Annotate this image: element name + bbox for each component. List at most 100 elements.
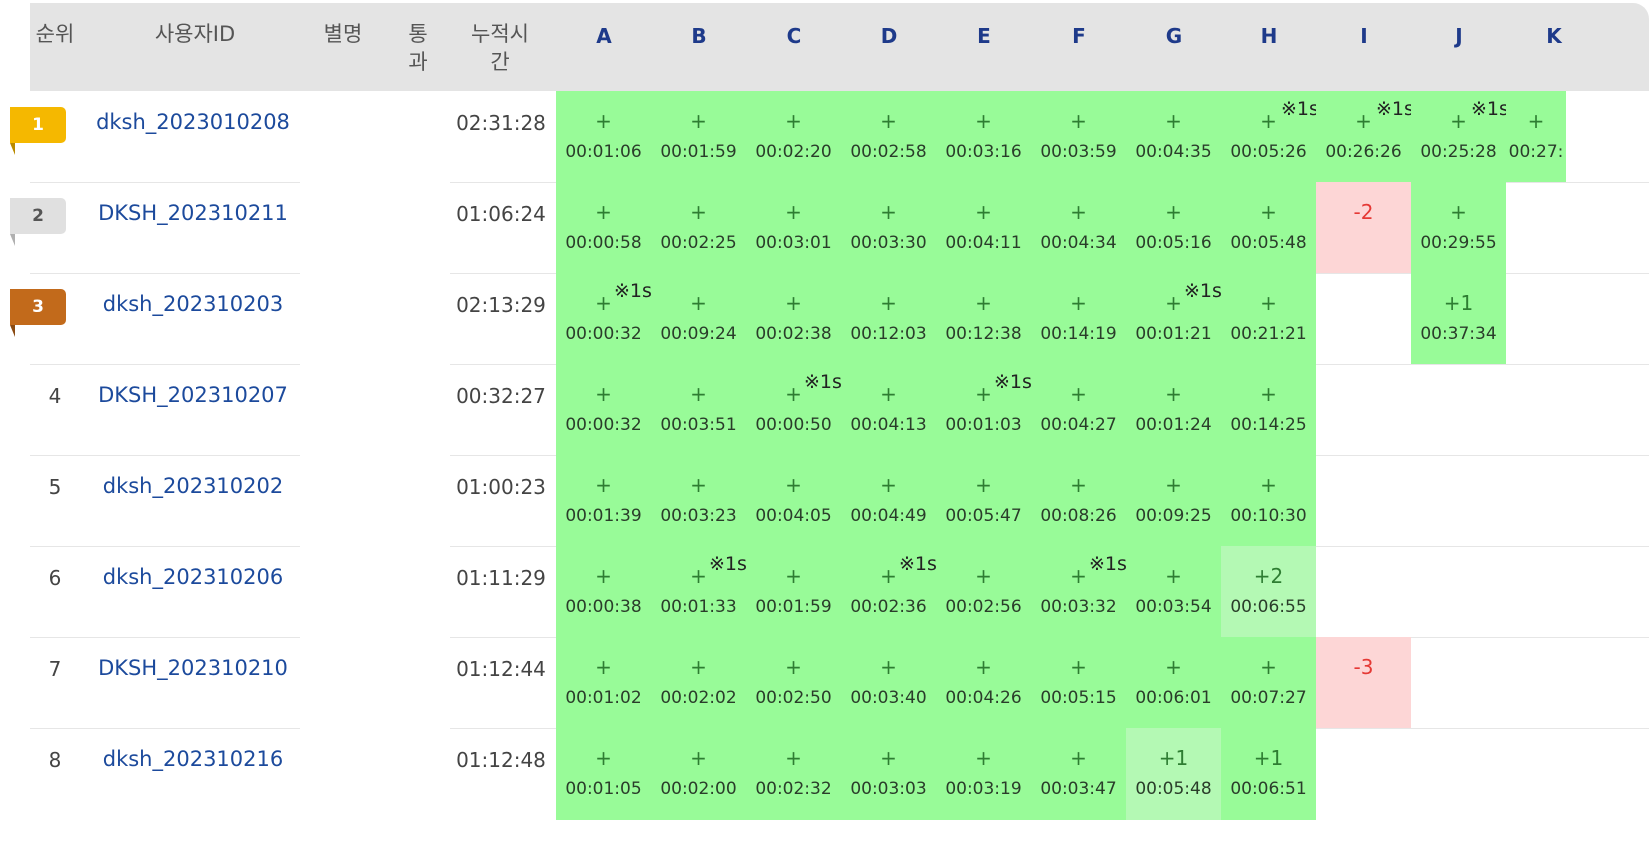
problem-cell-k[interactable]: +00:27: <box>1506 91 1566 183</box>
problem-cell-f[interactable]: +00:08:26 <box>1031 455 1126 547</box>
result-mark: + <box>1165 200 1182 224</box>
problem-cell-f[interactable]: +00:03:47 <box>1031 728 1126 820</box>
header-rank[interactable]: 순위 <box>30 20 80 48</box>
problem-cell-i[interactable]: -2 <box>1316 182 1411 274</box>
problem-cell-f[interactable]: + ※1st 00:03:32 <box>1031 546 1134 638</box>
problem-cell-g[interactable]: +00:04:35 <box>1126 91 1221 183</box>
solve-time: 00:37:34 <box>1420 324 1497 344</box>
problem-cell-g[interactable]: +00:01:24 <box>1126 364 1221 456</box>
problem-cell-e[interactable]: +00:04:26 <box>936 637 1031 729</box>
problem-cell-h[interactable]: + ※1s 00:05:26 <box>1221 91 1319 183</box>
problem-cell-e[interactable]: +00:12:38 <box>936 273 1031 365</box>
problem-cell-e[interactable]: + ※1st 00:01:03 <box>936 364 1039 456</box>
header-problem-g[interactable]: G <box>1126 24 1222 48</box>
header-problem-j[interactable]: J <box>1411 24 1507 48</box>
header-problem-d[interactable]: D <box>841 24 937 48</box>
problem-cell-a[interactable]: +00:00:32 <box>556 364 651 456</box>
problem-cell-e[interactable]: +00:03:19 <box>936 728 1031 820</box>
problem-cell-d[interactable]: +00:02:58 <box>841 91 936 183</box>
header-problem-c[interactable]: C <box>746 24 842 48</box>
problem-cell-i[interactable]: -3 <box>1316 637 1411 729</box>
problem-cell-d[interactable]: +00:04:13 <box>841 364 936 456</box>
problem-cell-c[interactable]: +00:04:05 <box>746 455 841 547</box>
problem-cell-e[interactable]: +00:04:11 <box>936 182 1031 274</box>
problem-cell-c[interactable]: +00:02:50 <box>746 637 841 729</box>
problem-cell-d[interactable]: + ※1st 00:02:36 <box>841 546 944 638</box>
problem-cell-d[interactable]: +00:03:30 <box>841 182 936 274</box>
problem-cell-c[interactable]: +00:02:20 <box>746 91 841 183</box>
problem-cell-f[interactable]: +00:03:59 <box>1031 91 1126 183</box>
user-id-link[interactable]: dksh_202310206 <box>68 565 318 589</box>
problem-cell-i[interactable]: + ※1s 00:26:26 <box>1316 91 1414 183</box>
problem-cell-a[interactable]: +00:00:38 <box>556 546 651 638</box>
header-problem-h[interactable]: H <box>1221 24 1317 48</box>
problem-cell-f[interactable]: +00:04:27 <box>1031 364 1126 456</box>
problem-cell-d[interactable]: +00:03:03 <box>841 728 936 820</box>
problem-cell-b[interactable]: +00:02:25 <box>651 182 746 274</box>
user-id-link[interactable]: DKSH_202310207 <box>68 383 318 407</box>
user-id-link[interactable]: dksh_202310202 <box>68 474 318 498</box>
header-problem-a[interactable]: A <box>556 24 652 48</box>
problem-cell-b[interactable]: +00:03:51 <box>651 364 746 456</box>
header-pass[interactable]: 통 과 <box>400 20 436 76</box>
problem-cell-h[interactable]: +1 00:06:51 <box>1221 728 1316 820</box>
user-id-link[interactable]: dksh_202310203 <box>68 292 318 316</box>
problem-cell-b[interactable]: +00:02:02 <box>651 637 746 729</box>
problem-cell-c[interactable]: +00:02:32 <box>746 728 841 820</box>
problem-cell-g[interactable]: +00:05:16 <box>1126 182 1221 274</box>
problem-cell-e[interactable]: +00:03:16 <box>936 91 1031 183</box>
header-user-id[interactable]: 사용자ID <box>100 20 290 48</box>
problem-cell-d[interactable]: +00:04:49 <box>841 455 936 547</box>
header-nickname[interactable]: 별명 <box>318 20 368 48</box>
problem-cell-b[interactable]: +00:09:24 <box>651 273 746 365</box>
user-id-link[interactable]: DKSH_202310211 <box>68 201 318 225</box>
problem-cell-f[interactable]: +00:04:34 <box>1031 182 1126 274</box>
problem-cell-e[interactable]: +00:05:47 <box>936 455 1031 547</box>
user-id-link[interactable]: dksh_202310216 <box>68 747 318 771</box>
problem-cell-g[interactable]: +00:06:01 <box>1126 637 1221 729</box>
header-problem-e[interactable]: E <box>936 24 1032 48</box>
problem-cell-a[interactable]: +00:00:58 <box>556 182 651 274</box>
problem-cell-g[interactable]: + ※1st 00:01:21 <box>1126 273 1229 365</box>
problem-cell-a[interactable]: +00:01:39 <box>556 455 651 547</box>
result-mark: -2 <box>1353 200 1374 224</box>
problem-cell-b[interactable]: +00:01:59 <box>651 91 746 183</box>
problem-cell-f[interactable]: +00:05:15 <box>1031 637 1126 729</box>
problem-cell-j[interactable]: +1 00:37:34 <box>1411 273 1506 365</box>
problem-cell-a[interactable]: + ※1st 00:00:32 <box>556 273 659 365</box>
problem-cell-b[interactable]: +00:02:00 <box>651 728 746 820</box>
problem-cell-h[interactable]: +00:07:27 <box>1221 637 1316 729</box>
problem-cell-f[interactable]: +00:14:19 <box>1031 273 1126 365</box>
problem-cell-a[interactable]: +00:01:02 <box>556 637 651 729</box>
user-id-link[interactable]: DKSH_202310210 <box>68 656 318 680</box>
header-total-time[interactable]: 누적시 간 <box>450 20 550 76</box>
problem-cell-b[interactable]: +00:03:23 <box>651 455 746 547</box>
problem-cell-h[interactable]: +00:14:25 <box>1221 364 1316 456</box>
problem-cell-g[interactable]: +1 00:05:48 <box>1126 728 1221 820</box>
problem-cell-c[interactable]: +00:02:38 <box>746 273 841 365</box>
problem-cell-c[interactable]: +00:03:01 <box>746 182 841 274</box>
problem-cell-j[interactable]: + ※1s 00:25:28 <box>1411 91 1509 183</box>
header-total-line1: 누적시 <box>471 22 529 46</box>
problem-cell-a[interactable]: +00:01:05 <box>556 728 651 820</box>
problem-cell-c[interactable]: + ※1st 00:00:50 <box>746 364 849 456</box>
problem-cell-c[interactable]: +00:01:59 <box>746 546 841 638</box>
problem-cell-e[interactable]: +00:02:56 <box>936 546 1031 638</box>
problem-cell-a[interactable]: +00:01:06 <box>556 91 651 183</box>
problem-cell-d[interactable]: +00:03:40 <box>841 637 936 729</box>
header-problem-k[interactable]: K <box>1506 24 1602 48</box>
row-divider <box>30 182 300 183</box>
problem-cell-b[interactable]: + ※1st 00:01:33 <box>651 546 754 638</box>
header-problem-b[interactable]: B <box>651 24 747 48</box>
problem-cell-g[interactable]: +00:09:25 <box>1126 455 1221 547</box>
problem-cell-j[interactable]: +00:29:55 <box>1411 182 1506 274</box>
problem-cell-g[interactable]: +00:03:54 <box>1126 546 1221 638</box>
user-id-link[interactable]: dksh_2023010208 <box>68 110 318 134</box>
problem-cell-h[interactable]: +00:21:21 <box>1221 273 1316 365</box>
problem-cell-h[interactable]: +2 00:06:55 <box>1221 546 1316 638</box>
problem-cell-h[interactable]: +00:05:48 <box>1221 182 1316 274</box>
problem-cell-d[interactable]: +00:12:03 <box>841 273 936 365</box>
header-problem-f[interactable]: F <box>1031 24 1127 48</box>
header-problem-i[interactable]: I <box>1316 24 1412 48</box>
problem-cell-h[interactable]: +00:10:30 <box>1221 455 1316 547</box>
